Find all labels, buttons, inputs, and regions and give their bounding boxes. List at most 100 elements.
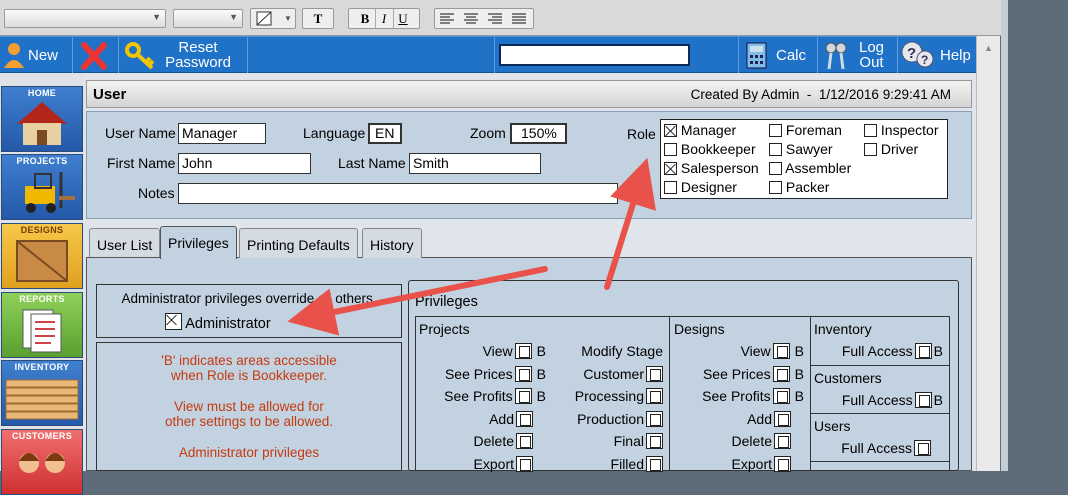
tab-printing-defaults[interactable]: Printing Defaults (239, 228, 358, 258)
bold-button[interactable]: B (356, 9, 375, 28)
help-button[interactable]: ?? Help (900, 37, 974, 73)
role-foreman[interactable]: Foreman (769, 122, 842, 138)
checkbox[interactable] (516, 456, 533, 472)
role-manager[interactable]: Manager (664, 122, 736, 138)
search-input[interactable] (499, 44, 690, 66)
proj-export[interactable]: Export (474, 456, 533, 472)
inventory-full-access[interactable]: Full Access B (842, 343, 943, 359)
notes-field[interactable] (178, 183, 618, 204)
proj-final[interactable]: Final (614, 433, 663, 449)
proj-view[interactable]: View B (483, 343, 546, 359)
design-see-prices[interactable]: See Prices B (703, 366, 804, 382)
scroll-up-icon[interactable]: ▲ (984, 43, 993, 53)
new-label: New (28, 46, 59, 64)
role-packer[interactable]: Packer (769, 179, 829, 195)
checkbox[interactable] (914, 343, 932, 359)
proj-see-profits[interactable]: See Profits B (444, 388, 546, 404)
priv-label: Export (731, 456, 772, 472)
checkbox[interactable] (516, 433, 533, 449)
checkbox-checked[interactable] (664, 124, 677, 137)
role-salesperson[interactable]: Salesperson (664, 160, 759, 176)
checkbox[interactable] (646, 366, 663, 382)
tab-history[interactable]: History (362, 228, 422, 258)
proj-filled[interactable]: Filled (611, 456, 663, 472)
role-designer[interactable]: Designer (664, 179, 737, 195)
sidebar-item-inventory[interactable]: INVENTORY (1, 360, 83, 426)
username-field[interactable]: Manager (178, 123, 266, 144)
font-size-select[interactable]: ▼ (173, 9, 243, 28)
new-button[interactable]: New (2, 37, 68, 73)
role-sawyer[interactable]: Sawyer (769, 141, 833, 157)
sidebar-item-projects[interactable]: PROJECTS (1, 154, 83, 220)
proj-modify-stage: Modify Stage (581, 343, 663, 359)
checkbox[interactable] (769, 162, 782, 175)
tab-privileges[interactable]: Privileges (160, 226, 237, 259)
delete-button[interactable] (80, 37, 114, 73)
calc-button[interactable]: Calc (744, 37, 814, 73)
sidebar-item-designs[interactable]: DESIGNS (1, 223, 83, 289)
underline-button[interactable]: U (394, 9, 413, 28)
checkbox[interactable] (864, 143, 877, 156)
role-driver[interactable]: Driver (864, 141, 918, 157)
priv-label: Production (577, 411, 644, 427)
checkbox[interactable] (774, 411, 791, 427)
proj-delete[interactable]: Delete (474, 433, 533, 449)
design-view[interactable]: View B (741, 343, 804, 359)
sidebar-item-reports[interactable]: REPORTS (1, 292, 83, 358)
administrator-checkbox-row[interactable]: Administrator (165, 313, 271, 332)
checkbox-checked[interactable] (165, 313, 182, 330)
design-delete[interactable]: Delete (732, 433, 791, 449)
design-add[interactable]: Add (747, 411, 791, 427)
proj-see-prices[interactable]: See Prices B (445, 366, 546, 382)
checkbox-checked[interactable] (664, 162, 677, 175)
language-field[interactable]: EN (368, 123, 402, 144)
font-family-select[interactable]: ▼ (4, 9, 166, 28)
checkbox[interactable] (664, 181, 677, 194)
checkbox[interactable] (664, 143, 677, 156)
checkbox[interactable] (646, 411, 663, 427)
checkbox[interactable] (646, 456, 663, 472)
tab-user-list[interactable]: User List (89, 228, 161, 258)
checkbox[interactable] (774, 456, 791, 472)
checkbox[interactable] (914, 392, 932, 408)
sidebar-item-home[interactable]: HOME (1, 86, 83, 152)
checkbox[interactable] (772, 343, 790, 359)
checkbox[interactable] (516, 411, 533, 427)
sidebar-item-customers[interactable]: CUSTOMERS (1, 429, 83, 495)
proj-processing[interactable]: Processing (575, 388, 663, 404)
proj-customer[interactable]: Customer (583, 366, 663, 382)
role-bookkeeper[interactable]: Bookkeeper (664, 141, 756, 157)
priv-label: See Prices (702, 366, 771, 382)
checkbox[interactable] (769, 143, 782, 156)
checkbox[interactable] (914, 440, 931, 456)
design-export[interactable]: Export (732, 456, 791, 472)
lastname-field[interactable]: Smith (409, 153, 541, 174)
checkbox[interactable] (769, 124, 782, 137)
checkbox[interactable] (772, 366, 790, 382)
checkbox[interactable] (514, 343, 532, 359)
users-full-access[interactable]: Full Access (841, 440, 931, 456)
firstname-field[interactable]: John (178, 153, 311, 174)
checkbox[interactable] (646, 433, 663, 449)
checkbox[interactable] (774, 433, 791, 449)
design-see-profits[interactable]: See Profits B (702, 388, 804, 404)
align-icons[interactable] (435, 9, 533, 28)
checkbox[interactable] (772, 388, 790, 404)
text-style-button[interactable]: T (302, 8, 334, 29)
zoom-field[interactable]: 150% (510, 123, 567, 144)
customers-full-access[interactable]: Full Access B (842, 392, 943, 408)
proj-production[interactable]: Production (577, 411, 663, 427)
role-inspector[interactable]: Inspector (864, 122, 938, 138)
role-assembler[interactable]: Assembler (769, 160, 851, 176)
checkbox[interactable] (864, 124, 877, 137)
checkbox[interactable] (514, 366, 532, 382)
checkbox[interactable] (514, 388, 532, 404)
checkbox[interactable] (769, 181, 782, 194)
reset-password-button[interactable]: Reset Password (124, 37, 244, 73)
border-color-button[interactable]: ▼ (250, 8, 296, 29)
vertical-scrollbar[interactable]: ▲ (976, 36, 1000, 471)
italic-button[interactable]: I (374, 9, 394, 28)
logout-button[interactable]: Log Out (821, 37, 895, 73)
proj-add[interactable]: Add (489, 411, 533, 427)
checkbox[interactable] (646, 388, 663, 404)
